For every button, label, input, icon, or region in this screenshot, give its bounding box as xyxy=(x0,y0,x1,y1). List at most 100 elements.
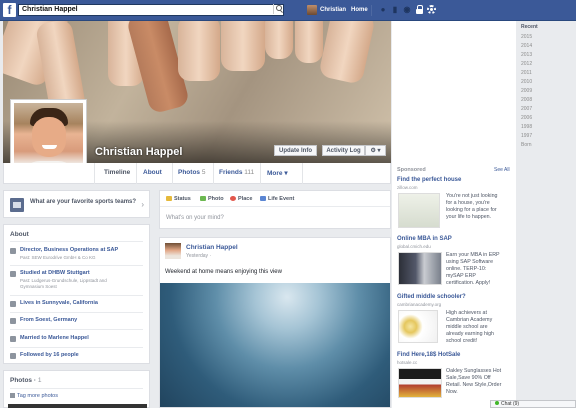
search-icon[interactable] xyxy=(273,4,283,14)
messages-icon[interactable]: ▮ xyxy=(391,6,399,14)
update-info-button[interactable]: Update Info xyxy=(274,145,317,156)
tab-about[interactable]: About xyxy=(143,169,162,176)
ad-text: You're not just looking for a house, you'… xyxy=(446,193,498,220)
rss-icon xyxy=(10,353,16,359)
ad-image-person[interactable] xyxy=(398,252,442,285)
sponsored-label: Sponsored xyxy=(397,167,426,173)
tag-more-photos-link[interactable]: Tag more photos xyxy=(10,393,58,399)
timeline-post: Christian Happel Yesterday · Weekend at … xyxy=(159,237,391,408)
ad-title[interactable]: Gifted middle schooler? xyxy=(397,294,466,300)
year-item[interactable]: 2010 xyxy=(521,79,532,85)
about-education-past: Past: Ludgerus-Grundschule, Lippstadt an… xyxy=(20,278,107,283)
photo-thumbnail-strip[interactable] xyxy=(8,404,147,408)
about-followers-link[interactable]: Followed by 16 people xyxy=(20,352,79,358)
post-text: Weekend at home means enjoying this view xyxy=(165,269,282,275)
friends-icon[interactable]: ● xyxy=(379,6,387,14)
activity-log-button[interactable]: Activity Log xyxy=(322,145,365,156)
divider xyxy=(371,5,372,16)
ad-image-house-map[interactable] xyxy=(398,193,440,228)
year-item[interactable]: 2007 xyxy=(521,106,532,112)
about-education-past-2: Gymnasium Soest xyxy=(20,284,57,289)
ad-title[interactable]: Find Here,18$ HotSale xyxy=(397,352,460,358)
year-item[interactable]: 1998 xyxy=(521,124,532,130)
ad-url[interactable]: cambrianacademy.org xyxy=(397,302,441,307)
ad-text: Earn your MBA in ERP using SAP Software on… xyxy=(446,252,500,286)
post-author[interactable]: Christian Happel xyxy=(186,244,238,251)
gear-icon[interactable] xyxy=(427,5,436,14)
year-item[interactable]: 2015 xyxy=(521,34,532,40)
globe-icon[interactable]: ◉ xyxy=(403,6,411,14)
chat-bar-button[interactable]: Chat (9) xyxy=(490,400,576,408)
location-pin-icon xyxy=(10,318,16,324)
status-composer: Status Photo Place Life Event What's on … xyxy=(159,190,391,229)
sports-prompt-text: What are your favorite sports teams? xyxy=(30,199,137,205)
home-link[interactable]: Home xyxy=(351,7,368,13)
year-born[interactable]: Born xyxy=(521,142,532,148)
ad-image-cartoon[interactable] xyxy=(398,310,438,343)
year-item[interactable]: 2012 xyxy=(521,61,532,67)
about-card: About Director, Business Operations at S… xyxy=(3,224,150,364)
top-bar: f Christian Happel Christian Home ● ▮ ◉ xyxy=(0,0,576,21)
life-event-tab[interactable]: Life Event xyxy=(260,196,294,202)
pencil-icon xyxy=(166,196,172,201)
settings-dropdown-button[interactable]: ⚙ ▾ xyxy=(365,145,386,156)
profile-link[interactable]: Christian xyxy=(320,7,346,13)
post-timestamp[interactable]: Yesterday · xyxy=(186,253,211,259)
lock-icon[interactable] xyxy=(415,5,424,15)
about-education-link[interactable]: Studied at DHBW Stuttgart xyxy=(20,270,90,276)
ad-title[interactable]: Find the perfect house xyxy=(397,177,461,183)
ad-url[interactable]: global.cmich.edu xyxy=(397,244,431,249)
year-item[interactable]: 2009 xyxy=(521,88,532,94)
about-work-link[interactable]: Director, Business Operations at SAP xyxy=(20,247,118,253)
photos-card: Photos · 1 Tag more photos xyxy=(3,370,150,408)
chevron-right-icon: › xyxy=(141,200,144,209)
about-lives-link[interactable]: Lives in Sunnyvale, California xyxy=(20,300,98,306)
about-relationship-link[interactable]: Married to Marlene Happel xyxy=(20,335,89,341)
tab-more[interactable]: More ▾ xyxy=(267,169,288,177)
status-tab[interactable]: Status xyxy=(166,196,191,202)
search-input[interactable]: Christian Happel xyxy=(18,4,284,16)
year-recent[interactable]: Recent xyxy=(521,24,538,30)
heart-icon xyxy=(10,336,16,342)
globe-icon: · xyxy=(209,253,212,259)
ad-text: Oakley Sunglasses Hot Sale,Save 90% Off Re… xyxy=(446,368,502,395)
about-work-past: Past: SEW Eurodrive GmbH & Co KG xyxy=(20,255,96,260)
post-photo[interactable] xyxy=(160,283,390,407)
year-item[interactable]: 2006 xyxy=(521,115,532,121)
location-pin-icon xyxy=(230,196,236,201)
year-item[interactable]: 2008 xyxy=(521,97,532,103)
ad-title[interactable]: Online MBA in SAP xyxy=(397,236,452,242)
see-all-link[interactable]: See All xyxy=(494,167,510,173)
sports-icon xyxy=(10,198,24,212)
year-list: Recent 2015 2014 2013 2012 2011 2010 200… xyxy=(517,21,576,148)
photos-title[interactable]: Photos · 1 xyxy=(10,377,41,384)
flag-icon xyxy=(260,196,266,201)
profile-tab-bar: Timeline About Photos 5 Friends 111 More… xyxy=(3,163,391,184)
year-item[interactable]: 2011 xyxy=(521,70,532,76)
graduation-cap-icon xyxy=(10,271,16,277)
place-tab[interactable]: Place xyxy=(230,196,252,202)
profile-name[interactable]: Christian Happel xyxy=(95,146,182,158)
ad-image-sunglasses[interactable] xyxy=(398,368,442,398)
home-icon xyxy=(10,301,16,307)
about-from-link[interactable]: From Soest, Germany xyxy=(20,317,77,323)
avatar[interactable] xyxy=(307,5,317,15)
year-item[interactable]: 1997 xyxy=(521,133,532,139)
avatar[interactable] xyxy=(165,243,181,259)
ad-url[interactable]: hotsale.cc xyxy=(397,360,417,365)
facebook-logo[interactable]: f xyxy=(3,3,16,17)
photo-tab[interactable]: Photo xyxy=(200,196,224,202)
sports-prompt-card[interactable]: What are your favorite sports teams? › xyxy=(3,190,150,218)
composer-input[interactable]: What's on your mind? xyxy=(166,215,224,221)
tab-timeline[interactable]: Timeline xyxy=(104,169,130,176)
tag-icon xyxy=(10,393,15,398)
ad-url[interactable]: zillow.com xyxy=(397,185,418,190)
about-title: About xyxy=(10,231,29,238)
tab-photos[interactable]: Photos 5 xyxy=(178,169,205,176)
camera-icon xyxy=(200,196,206,201)
briefcase-icon xyxy=(10,248,16,254)
tab-friends[interactable]: Friends 111 xyxy=(219,169,254,176)
year-item[interactable]: 2014 xyxy=(521,43,532,49)
ad-text: High achievers at Cambrian Academy middle … xyxy=(446,310,495,344)
year-item[interactable]: 2013 xyxy=(521,52,532,58)
